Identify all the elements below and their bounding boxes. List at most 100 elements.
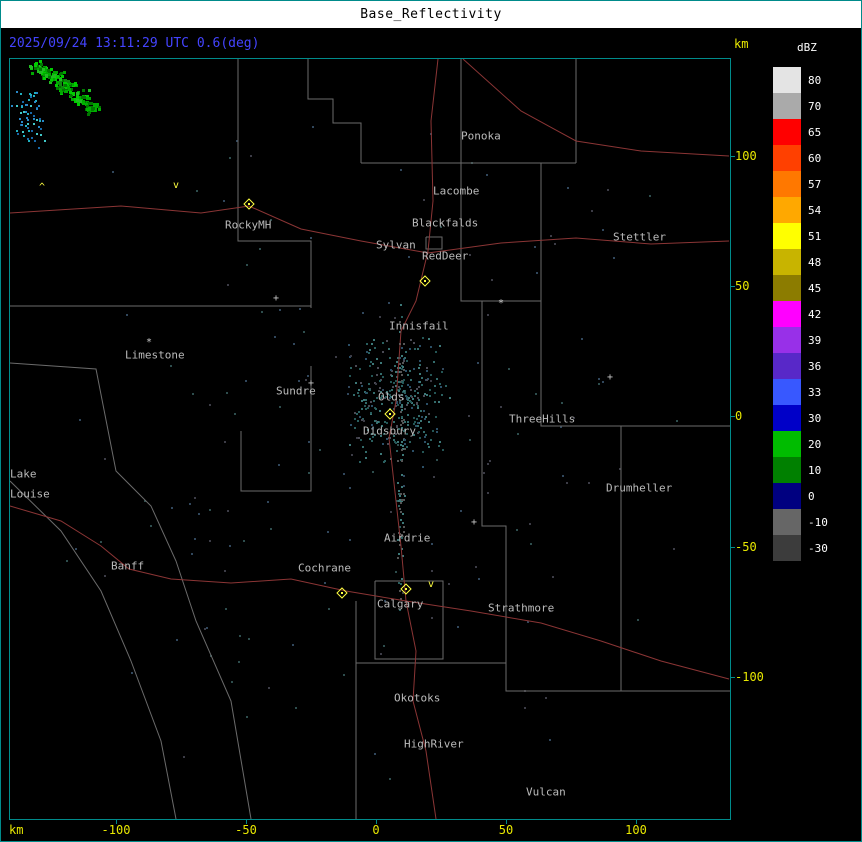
right-axis-tick <box>731 547 735 548</box>
legend-color-swatch <box>773 93 801 119</box>
legend-color-swatch <box>773 249 801 275</box>
legend-value-label: 36 <box>808 359 822 373</box>
legend-value-label: 0 <box>808 489 815 503</box>
right-axis-tick-label: -100 <box>735 670 764 684</box>
legend-color-swatch <box>773 535 801 561</box>
legend-color-swatch <box>773 223 801 249</box>
legend-entry: 70 <box>773 93 828 119</box>
scan-timestamp: 2025/09/24 13:11:29 UTC 0.6(deg) <box>9 36 260 51</box>
city-label: ThreeHills <box>509 412 576 426</box>
legend-entry: 36 <box>773 353 828 379</box>
legend-entry: 45 <box>773 275 828 301</box>
city-label: Innisfail <box>389 319 449 333</box>
legend-entry: -30 <box>773 535 828 561</box>
legend-color-swatch <box>773 509 801 535</box>
radar-site-center-dot <box>389 413 391 415</box>
bottom-axis-tick <box>116 820 117 824</box>
city-label: RockyMH <box>225 218 272 232</box>
map-point-symbol: * <box>146 337 152 348</box>
info-bar: 2025/09/24 13:11:29 UTC 0.6(deg) km <box>1 29 861 58</box>
legend-color-swatch <box>773 405 801 431</box>
legend-entry: 33 <box>773 379 828 405</box>
city-label: Banff <box>111 559 145 573</box>
title-bar: Base_Reflectivity <box>1 1 861 29</box>
legend-value-label: 39 <box>808 333 822 347</box>
legend-value-label: 54 <box>808 203 822 217</box>
marker-glyph: ^ <box>39 182 45 193</box>
legend-entry: 0 <box>773 483 828 509</box>
legend-entry: -10 <box>773 509 828 535</box>
legend-entry: 80 <box>773 67 828 93</box>
legend-value-label: 57 <box>808 177 822 191</box>
right-axis-tick-label: 0 <box>735 409 743 423</box>
legend-color-swatch <box>773 457 801 483</box>
map-point-symbol: * <box>498 298 504 309</box>
legend-color-swatch <box>773 353 801 379</box>
city-label: Olds <box>378 390 405 404</box>
city-label: Lacombe <box>433 184 480 198</box>
marker-glyph: v <box>428 579 434 590</box>
legend-entry: 57 <box>773 171 828 197</box>
legend-entry: 51 <box>773 223 828 249</box>
radar-app-window: Base_Reflectivity 2025/09/24 13:11:29 UT… <box>0 0 862 842</box>
legend-entry: 39 <box>773 327 828 353</box>
bottom-axis-tick <box>376 820 377 824</box>
legend-color-swatch <box>773 197 801 223</box>
right-axis-unit-label: km <box>734 37 749 51</box>
radar-site-center-dot <box>424 280 426 282</box>
map-point-symbol: + <box>471 517 477 528</box>
radar-site-center-dot <box>341 592 343 594</box>
radar-site-center-dot <box>248 203 250 205</box>
radar-map-canvas[interactable]: v v ^ * * + + + + Ponoka Lacombe Blackfalds Sylvan Re… <box>9 58 731 820</box>
legend-color-swatch <box>773 483 801 509</box>
radar-map-svg: vv^**++++ <box>10 59 730 819</box>
bottom-axis-tick <box>636 820 637 824</box>
bottom-axis-tick-label: 0 <box>372 823 380 837</box>
city-label: Drumheller <box>606 481 673 495</box>
right-axis-tick <box>731 286 735 287</box>
right-axis-tick-label: 50 <box>735 279 750 293</box>
legend-value-label: 60 <box>808 151 822 165</box>
right-axis-tick <box>731 677 735 678</box>
legend-entry: 30 <box>773 405 828 431</box>
marker-glyph: v <box>173 180 179 191</box>
legend-entry: 10 <box>773 457 828 483</box>
legend-value-label: 80 <box>808 73 822 87</box>
city-label: Didsbury <box>363 424 416 438</box>
bottom-axis-tick <box>246 820 247 824</box>
city-label: Lake <box>10 467 37 481</box>
radar-echo-speckles <box>11 60 678 780</box>
legend-color-swatch <box>773 275 801 301</box>
right-axis-tick-label: -50 <box>735 540 757 554</box>
legend-entries: 80 70 65 60 57 54 51 48 45 42 39 36 33 30 20 10 0 -10 -30 <box>773 67 828 561</box>
city-label: Limestone <box>125 348 185 362</box>
city-label: Sylvan <box>376 238 416 252</box>
city-label: Louise <box>10 487 50 501</box>
legend-value-label: 33 <box>808 385 822 399</box>
legend-value-label: 45 <box>808 281 822 295</box>
map-point-symbol: + <box>273 293 279 304</box>
legend-color-swatch <box>773 119 801 145</box>
radar-site-center-dot <box>405 588 407 590</box>
right-axis-tick <box>731 416 735 417</box>
city-label: Cochrane <box>298 561 351 575</box>
legend-value-label: 48 <box>808 255 822 269</box>
legend-entry: 65 <box>773 119 828 145</box>
legend-value-label: 20 <box>808 437 822 451</box>
legend-value-label: 65 <box>808 125 822 139</box>
color-scale-legend: dBZ 80 70 65 60 57 54 51 48 45 42 39 36 33 30 20 10 0 -10… <box>773 41 828 561</box>
legend-unit-label: dBZ <box>797 41 817 54</box>
legend-value-label: 51 <box>808 229 822 243</box>
legend-value-label: 42 <box>808 307 822 321</box>
legend-value-label: -10 <box>808 515 828 529</box>
bottom-axis-tick-label: 50 <box>498 823 514 837</box>
city-label: Ponoka <box>461 129 501 143</box>
city-label: Strathmore <box>488 601 555 615</box>
legend-color-swatch <box>773 67 801 93</box>
right-axis-tick-label: 100 <box>735 149 757 163</box>
legend-value-label: -30 <box>808 541 828 555</box>
legend-entry: 20 <box>773 431 828 457</box>
legend-entry: 42 <box>773 301 828 327</box>
bottom-axis-tick-label: 100 <box>625 823 647 837</box>
bottom-axis-tick-label: -50 <box>235 823 257 837</box>
